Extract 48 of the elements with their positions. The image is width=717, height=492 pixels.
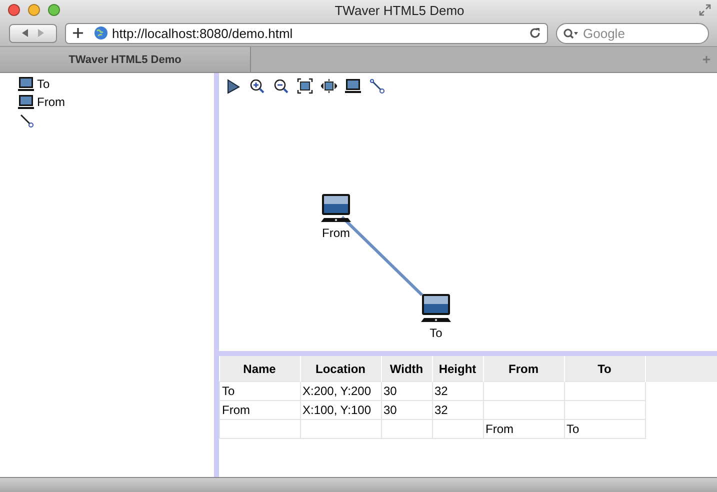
fullscreen-icon[interactable] bbox=[699, 4, 712, 16]
computer-node-icon[interactable] bbox=[420, 293, 452, 325]
tree-item[interactable]: To bbox=[18, 75, 50, 93]
node-label: To bbox=[430, 326, 442, 340]
zoom-in-icon[interactable] bbox=[249, 78, 265, 94]
tree-item[interactable]: From bbox=[18, 93, 65, 111]
reload-icon[interactable] bbox=[529, 27, 541, 39]
table-cell: 30 bbox=[381, 400, 432, 420]
search-icon bbox=[563, 28, 579, 40]
table-cell: 32 bbox=[432, 400, 483, 420]
table-cell: To bbox=[564, 420, 645, 438]
table-cell bbox=[432, 420, 483, 438]
computer-icon bbox=[18, 94, 34, 110]
column-header[interactable]: Name bbox=[220, 356, 300, 382]
zoom-button[interactable] bbox=[48, 4, 60, 16]
table-cell: From bbox=[483, 420, 564, 438]
close-button[interactable] bbox=[8, 4, 20, 16]
address-field[interactable]: http://localhost:8080/demo.html bbox=[65, 22, 548, 44]
table-cell: From bbox=[220, 400, 300, 420]
search-field[interactable]: Google bbox=[556, 22, 709, 44]
link-icon bbox=[18, 112, 34, 128]
pointer-icon[interactable] bbox=[225, 78, 241, 94]
column-header[interactable]: Location bbox=[300, 356, 381, 382]
computer-icon bbox=[18, 76, 34, 92]
add-bookmark-icon[interactable] bbox=[72, 27, 84, 39]
center-icon[interactable] bbox=[321, 78, 337, 94]
computer-node-icon[interactable] bbox=[320, 193, 352, 225]
zoom-out-icon[interactable] bbox=[273, 78, 289, 94]
globe-icon bbox=[94, 26, 108, 40]
window-title: TWaver HTML5 Demo bbox=[334, 2, 464, 18]
table-cell bbox=[381, 420, 432, 438]
fit-icon[interactable] bbox=[297, 78, 313, 94]
column-header[interactable]: To bbox=[564, 356, 645, 382]
computer-icon[interactable] bbox=[345, 78, 361, 94]
table-cell: X:100, Y:100 bbox=[300, 400, 381, 420]
table-cell: 30 bbox=[381, 382, 432, 400]
column-header[interactable]: From bbox=[483, 356, 564, 382]
back-icon[interactable] bbox=[20, 28, 30, 38]
link-icon[interactable] bbox=[369, 78, 385, 94]
minimize-button[interactable] bbox=[28, 4, 40, 16]
table-cell: X:200, Y:200 bbox=[300, 382, 381, 400]
browser-tab[interactable]: TWaver HTML5 Demo bbox=[0, 47, 251, 72]
column-header[interactable]: Height bbox=[432, 356, 483, 382]
column-header[interactable]: Width bbox=[381, 356, 432, 382]
node-label: From bbox=[322, 226, 350, 240]
table-cell: 32 bbox=[432, 382, 483, 400]
back-forward-buttons[interactable] bbox=[9, 24, 57, 42]
table-cell: To bbox=[220, 382, 300, 400]
